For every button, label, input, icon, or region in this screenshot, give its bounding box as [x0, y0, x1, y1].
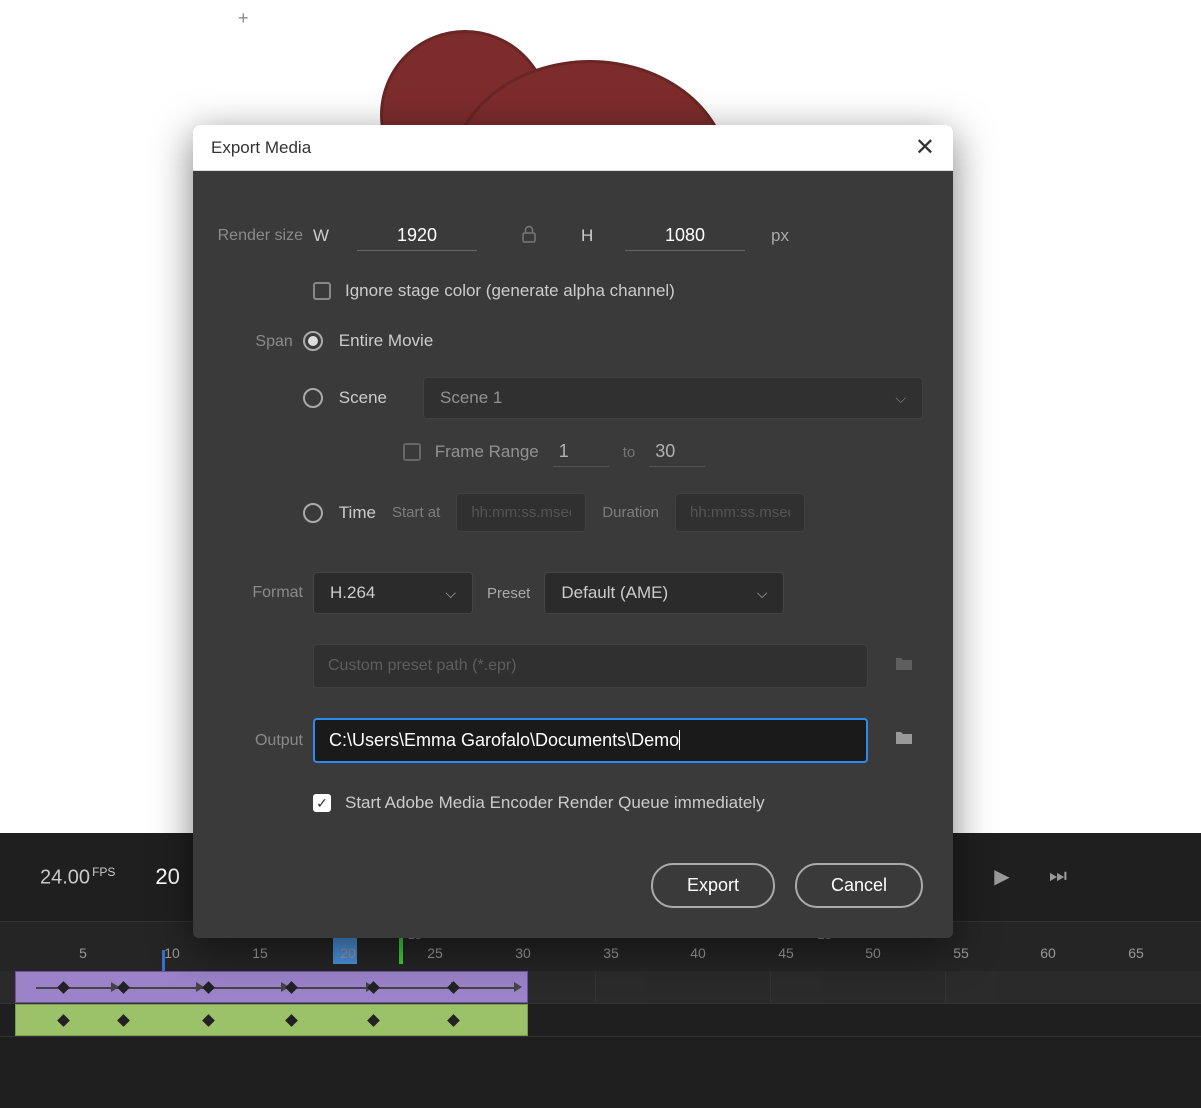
track-row[interactable] [0, 1004, 1201, 1037]
duration-input[interactable] [675, 493, 805, 532]
ruler-tick-label: 25 [427, 945, 443, 961]
format-value: H.264 [330, 583, 375, 603]
scene-label: Scene [339, 388, 387, 408]
output-label: Output [213, 732, 313, 750]
export-button[interactable]: Export [651, 863, 775, 908]
format-label: Format [213, 584, 313, 602]
current-frame[interactable]: 20 [155, 864, 179, 890]
start-at-label: Start at [392, 504, 440, 521]
width-input[interactable] [357, 221, 477, 251]
span-label: Span [213, 331, 303, 351]
width-label: W [313, 226, 343, 246]
frame-end-input[interactable] [649, 437, 705, 467]
preset-value: Default (AME) [561, 583, 668, 603]
start-encoder-label: Start Adobe Media Encoder Render Queue i… [345, 793, 765, 813]
preset-dropdown[interactable]: Default (AME) ⌵ [544, 572, 784, 614]
height-label: H [581, 226, 611, 246]
chevron-down-icon: ⌵ [445, 585, 456, 602]
ruler-tick-label: 20 [340, 945, 356, 961]
folder-icon[interactable] [894, 656, 914, 677]
ignore-alpha-label: Ignore stage color (generate alpha chann… [345, 281, 675, 301]
time-label: Time [339, 503, 376, 523]
time-radio[interactable] [303, 503, 323, 523]
ruler-tick-label: 65 [1128, 945, 1144, 961]
duration-label: Duration [602, 504, 659, 521]
output-path-input[interactable]: C:\Users\Emma Garofalo\Documents\Demo [313, 718, 868, 763]
ruler-tick-label: 10 [164, 945, 180, 961]
custom-preset-input[interactable] [313, 644, 868, 688]
frame-range-label: Frame Range [435, 442, 539, 462]
ruler-tick-label: 40 [690, 945, 706, 961]
track-row[interactable] [0, 971, 1201, 1004]
to-label: to [623, 444, 636, 461]
scene-dropdown[interactable]: Scene 1 ⌵ [423, 377, 923, 419]
skip-icon[interactable]: ⏭ [1045, 863, 1071, 889]
chevron-down-icon: ⌵ [757, 585, 768, 602]
frame-start-input[interactable] [553, 437, 609, 467]
lock-icon[interactable] [521, 225, 537, 248]
start-encoder-checkbox[interactable]: ✓ [313, 794, 331, 812]
ruler-tick-label: 30 [515, 945, 531, 961]
fps-value[interactable]: 24.00 [40, 866, 90, 888]
ruler-tick-label: 15 [252, 945, 268, 961]
dialog-title: Export Media [211, 138, 311, 158]
unit-label: px [771, 226, 789, 246]
ruler-tick-label: 60 [1040, 945, 1056, 961]
dialog-titlebar[interactable]: Export Media ✕ [193, 125, 953, 171]
chevron-down-icon: ⌵ [895, 390, 906, 407]
ruler-tick-label: 5 [79, 945, 87, 961]
ruler-tick-label: 55 [953, 945, 969, 961]
entire-movie-label: Entire Movie [339, 331, 433, 351]
tween-clip[interactable] [15, 1004, 528, 1036]
tween-clip[interactable] [15, 971, 528, 1003]
crosshair-cursor: + [238, 8, 249, 29]
ruler-tick-label: 35 [603, 945, 619, 961]
preset-label: Preset [487, 585, 530, 602]
entire-movie-radio[interactable] [303, 331, 323, 351]
export-media-dialog: Export Media ✕ Render size W H px Ignore… [193, 125, 953, 938]
fps-label: FPS [92, 865, 115, 879]
start-at-input[interactable] [456, 493, 586, 532]
cancel-button[interactable]: Cancel [795, 863, 923, 908]
play-icon[interactable]: ▶ [989, 863, 1015, 889]
scene-radio[interactable] [303, 388, 323, 408]
height-input[interactable] [625, 221, 745, 251]
format-dropdown[interactable]: H.264 ⌵ [313, 572, 473, 614]
close-icon[interactable]: ✕ [915, 133, 935, 162]
render-size-label: Render size [213, 227, 313, 245]
ruler-tick-label: 50 [865, 945, 881, 961]
frame-range-checkbox[interactable] [403, 443, 421, 461]
ignore-alpha-checkbox[interactable] [313, 282, 331, 300]
folder-icon[interactable] [894, 730, 914, 751]
ruler-tick-label: 45 [778, 945, 794, 961]
scene-dropdown-value: Scene 1 [440, 388, 502, 408]
